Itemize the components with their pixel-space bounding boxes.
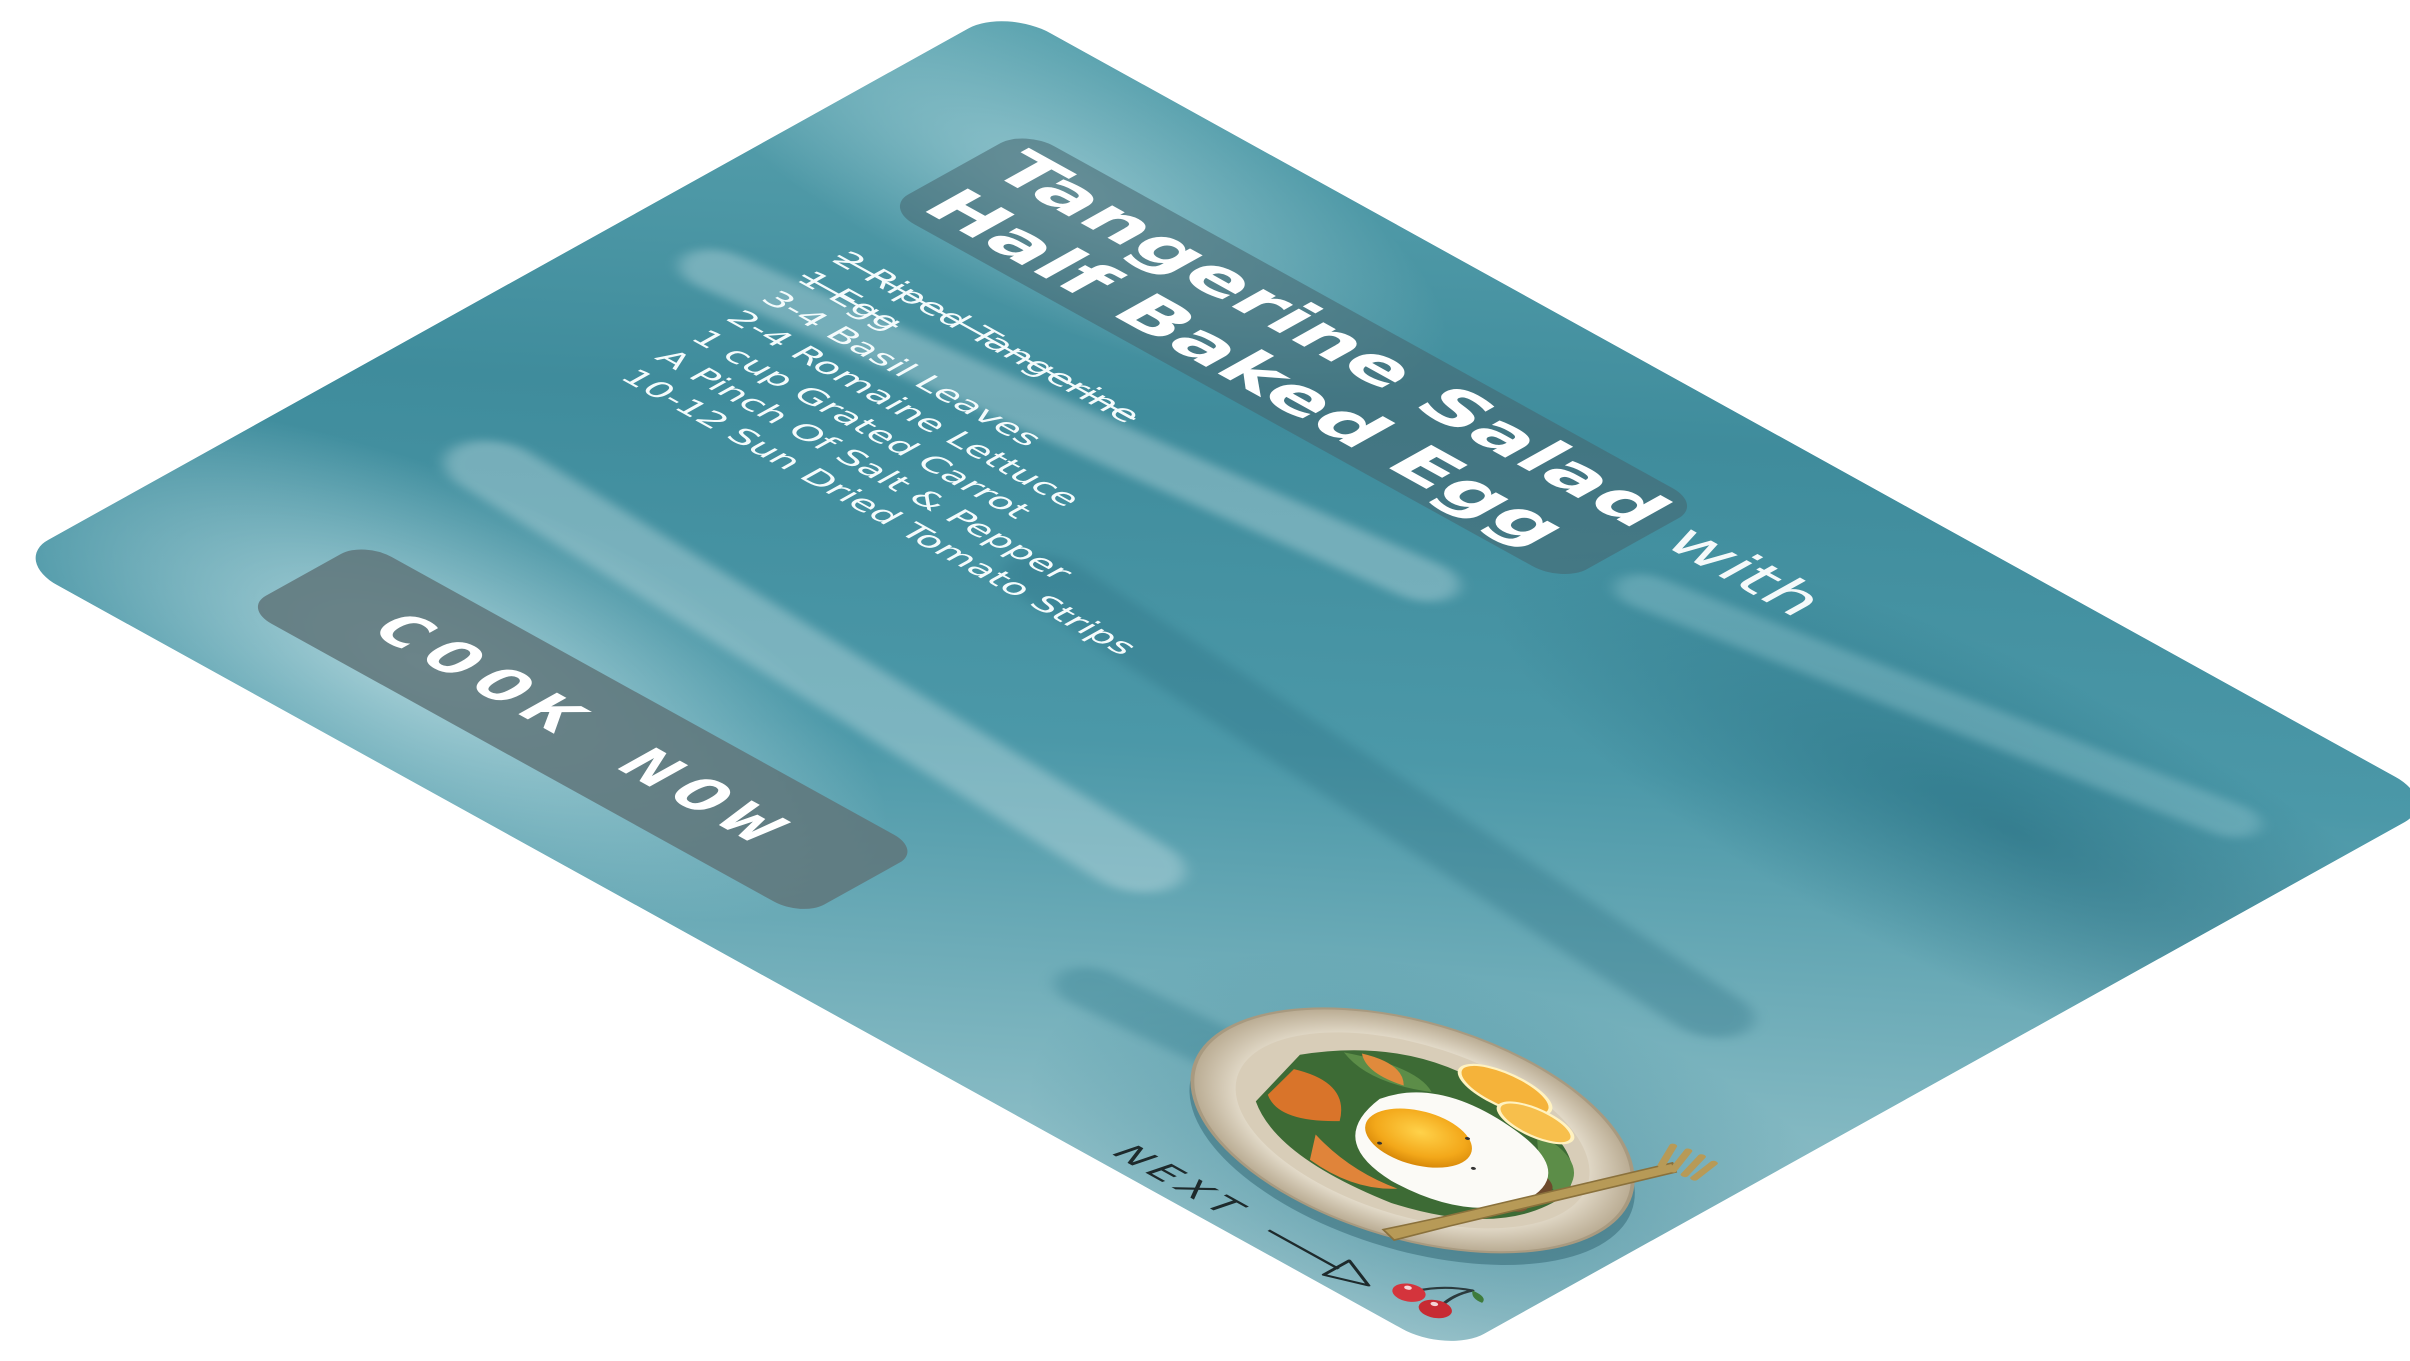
brush-streak	[1603, 566, 2272, 845]
recipe-card: Tangerine Salad with Half Baked Egg 2 Ri…	[11, 8, 2410, 1355]
cook-now-button[interactable]: COOK NOW	[243, 541, 922, 917]
screen: Tangerine Salad with Half Baked Egg 2 Ri…	[0, 0, 2410, 1361]
